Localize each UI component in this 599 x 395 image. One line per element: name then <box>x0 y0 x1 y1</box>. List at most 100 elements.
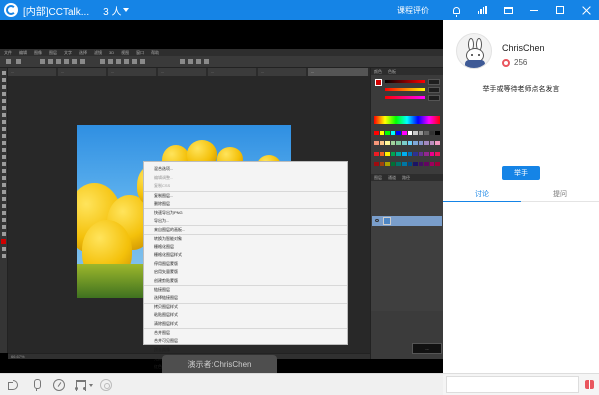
color-swatch[interactable] <box>401 151 407 156</box>
context-menu-item[interactable]: 启用矢量蒙版 <box>144 268 347 277</box>
context-menu-item[interactable]: 删除图层 <box>144 199 347 208</box>
context-menu-item[interactable]: 合并图层 <box>144 328 347 337</box>
color-swatch[interactable] <box>413 141 418 146</box>
notification-button[interactable] <box>446 0 466 20</box>
ps-menu-item[interactable]: 帮助 <box>151 50 159 56</box>
color-swatch[interactable] <box>374 151 379 156</box>
color-swatch[interactable] <box>401 131 407 135</box>
color-swatch[interactable] <box>429 141 435 146</box>
context-menu-item[interactable]: 转换为智能对象 <box>144 233 347 243</box>
layer-row[interactable] <box>372 216 442 226</box>
ps-menu-item[interactable]: 编辑 <box>19 50 27 56</box>
course-eval-button[interactable]: 课程评价 <box>397 5 429 16</box>
color-swatch[interactable] <box>396 141 401 146</box>
color-swatch[interactable] <box>390 161 396 166</box>
context-menu-item[interactable]: 选择链接图层 <box>144 294 347 303</box>
color-swatch[interactable] <box>418 131 424 135</box>
color-swatch[interactable] <box>429 161 435 166</box>
context-menu-item[interactable]: 快速导出为PNG <box>144 207 347 217</box>
color-swatch[interactable] <box>435 151 440 156</box>
ps-menu-item[interactable]: 图像 <box>34 50 42 56</box>
ps-document-tab[interactable]: ... <box>308 68 368 76</box>
ps-menu-item[interactable]: 文字 <box>64 50 72 56</box>
raise-hand-button[interactable]: 举手 <box>502 166 540 180</box>
color-swatch[interactable] <box>401 141 407 146</box>
color-swatch[interactable] <box>424 141 429 146</box>
gift-icon[interactable] <box>585 380 594 389</box>
minimize-button[interactable] <box>524 0 544 20</box>
color-swatch[interactable] <box>435 131 440 135</box>
people-count-dropdown[interactable]: 3 人 <box>103 3 130 18</box>
context-menu-item[interactable]: 粘贴图层样式 <box>144 311 347 320</box>
music-icon[interactable] <box>75 379 87 391</box>
context-menu-item[interactable]: 停用图层蒙版 <box>144 260 347 269</box>
close-button[interactable] <box>576 0 596 20</box>
color-swatch[interactable] <box>374 161 379 166</box>
color-swatch[interactable] <box>396 131 401 135</box>
color-swatch[interactable] <box>385 161 390 166</box>
chat-input[interactable] <box>446 376 579 393</box>
context-menu-item[interactable]: 拷贝图层样式 <box>144 302 347 312</box>
color-swatch[interactable] <box>429 131 435 135</box>
color-swatch[interactable] <box>396 151 401 156</box>
ps-document-tab[interactable]: ... <box>158 68 206 76</box>
color-spectrum[interactable] <box>374 116 440 124</box>
color-swatch[interactable] <box>435 141 440 146</box>
record-icon[interactable] <box>100 379 112 391</box>
context-menu-item[interactable]: 链接图层 <box>144 285 347 294</box>
color-swatch[interactable] <box>407 161 413 166</box>
color-swatch[interactable] <box>418 141 424 146</box>
color-swatch[interactable] <box>418 161 424 166</box>
chevron-down-icon[interactable] <box>89 384 93 387</box>
ps-document-tab[interactable]: ... <box>108 68 156 76</box>
color-swatch[interactable] <box>390 141 396 146</box>
ps-menu-item[interactable]: 选择 <box>79 50 87 56</box>
network-button[interactable] <box>472 0 492 20</box>
color-swatch[interactable] <box>407 131 413 135</box>
network-speed-icon[interactable] <box>53 379 65 391</box>
context-menu-item[interactable]: 复制图层... <box>144 190 347 200</box>
tab-discussion[interactable]: 讨论 <box>443 186 521 202</box>
skin-button[interactable] <box>498 0 518 20</box>
color-swatch[interactable] <box>385 131 390 135</box>
context-menu-item[interactable]: 清除图层样式 <box>144 320 347 329</box>
context-menu-item[interactable]: 混合选项... <box>144 165 347 174</box>
ps-menu-item[interactable]: 图层 <box>49 50 57 56</box>
color-swatch[interactable] <box>390 131 396 135</box>
context-menu-item[interactable]: 栅格化图层样式 <box>144 251 347 260</box>
maximize-button[interactable] <box>550 0 570 20</box>
ps-menu-item[interactable]: 文件 <box>4 50 12 56</box>
color-swatch[interactable] <box>379 131 385 135</box>
color-swatch[interactable] <box>435 161 440 166</box>
color-swatch[interactable] <box>407 151 413 156</box>
color-swatch[interactable] <box>424 151 429 156</box>
ps-document-tab[interactable]: ... <box>58 68 106 76</box>
ps-menu-item[interactable]: 窗口 <box>136 50 144 56</box>
context-menu-item[interactable]: 创建剪贴蒙版 <box>144 277 347 286</box>
color-swatch[interactable] <box>413 131 418 135</box>
color-swatch[interactable] <box>374 141 379 146</box>
color-swatch[interactable] <box>424 131 429 135</box>
color-swatch[interactable] <box>396 161 401 166</box>
color-swatch[interactable] <box>413 161 418 166</box>
color-swatch[interactable] <box>413 151 418 156</box>
color-swatch[interactable] <box>429 151 435 156</box>
speaker-icon[interactable] <box>7 379 19 391</box>
ps-menu-item[interactable]: 视图 <box>121 50 129 56</box>
microphone-icon[interactable] <box>31 379 43 391</box>
color-swatch[interactable] <box>401 161 407 166</box>
tab-questions[interactable]: 提问 <box>521 186 599 201</box>
context-menu-item[interactable]: 编辑调整... <box>144 174 347 183</box>
ps-document-tab[interactable]: ... <box>258 68 306 76</box>
context-menu-item[interactable]: 导出为... <box>144 217 347 226</box>
ps-menu-item[interactable]: 3D <box>109 50 114 55</box>
color-swatch[interactable] <box>374 131 379 135</box>
context-menu-item[interactable]: 合并可见图层 <box>144 337 347 346</box>
context-menu-item[interactable]: 栅格化图层 <box>144 242 347 251</box>
avatar[interactable] <box>456 33 492 69</box>
color-swatch[interactable] <box>379 161 385 166</box>
ps-document-tab[interactable]: ... <box>8 68 56 76</box>
color-swatch[interactable] <box>418 151 424 156</box>
fg-color-swatch[interactable] <box>375 79 382 86</box>
eye-icon[interactable] <box>375 219 379 222</box>
